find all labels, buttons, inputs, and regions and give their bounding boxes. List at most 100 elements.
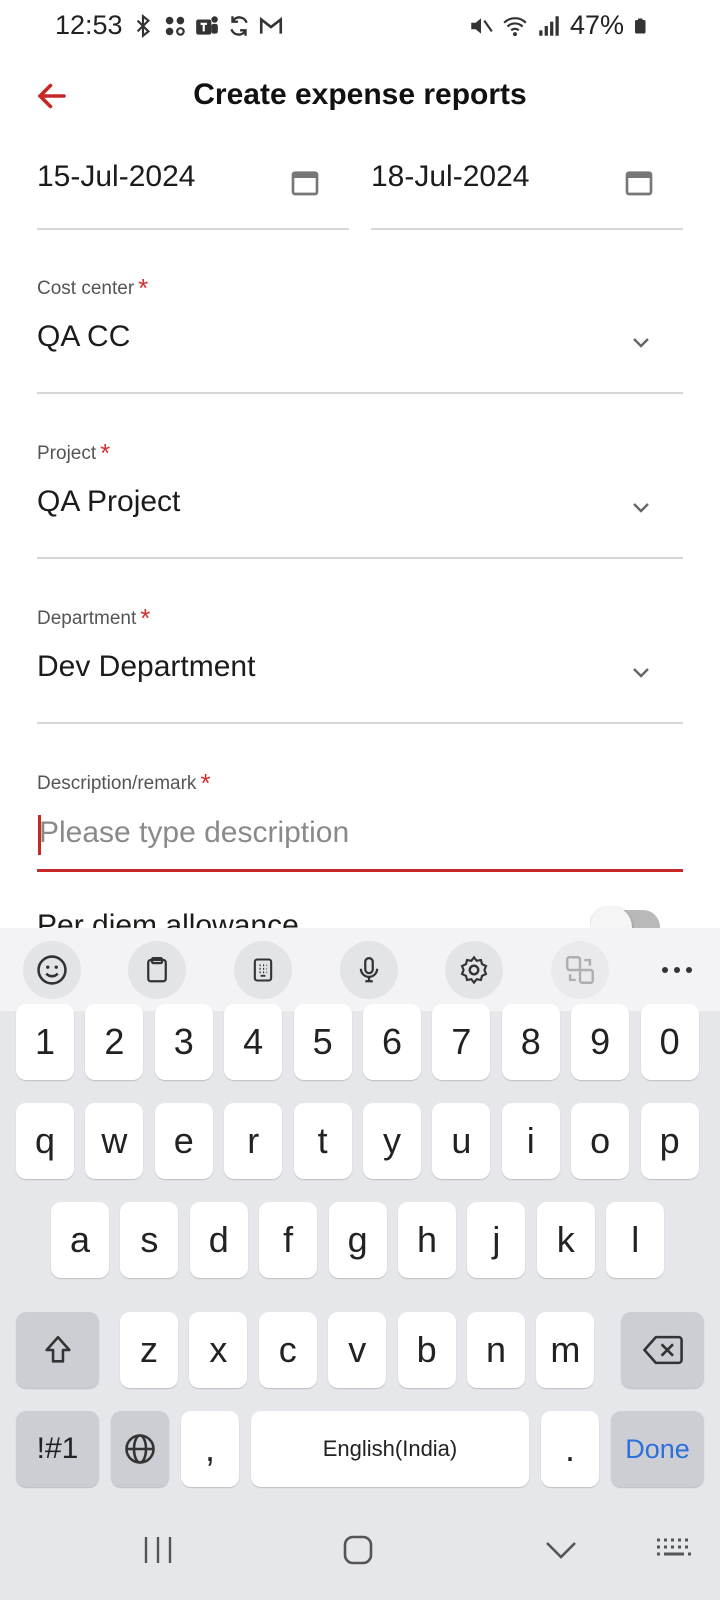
start-date-field[interactable]: 15-Jul-2024 (37, 150, 349, 230)
key-q[interactable]: q (16, 1103, 74, 1179)
key-k[interactable]: k (536, 1202, 595, 1278)
key-e[interactable]: e (154, 1103, 213, 1179)
key-6[interactable]: 6 (363, 1004, 421, 1080)
bluetooth-icon (136, 13, 151, 39)
key-v[interactable]: v (328, 1312, 387, 1388)
key-a[interactable]: a (51, 1202, 109, 1278)
keyboard-switch-button[interactable] (650, 1530, 698, 1570)
emoji-button[interactable] (23, 941, 81, 999)
key-f[interactable]: f (259, 1202, 318, 1278)
key-m[interactable]: m (536, 1312, 595, 1388)
text-cursor (38, 815, 41, 855)
key-1[interactable]: 1 (16, 1004, 74, 1080)
end-date-field[interactable]: 18-Jul-2024 (371, 150, 683, 230)
recent-apps-button[interactable] (134, 1530, 182, 1570)
key-g[interactable]: g (328, 1202, 387, 1278)
mute-icon (471, 17, 493, 34)
key-c[interactable]: c (258, 1312, 317, 1388)
keypad-button[interactable] (234, 941, 292, 999)
clipboard-button[interactable] (128, 941, 186, 999)
description-underline (37, 869, 683, 872)
key-x[interactable]: x (189, 1312, 248, 1388)
per-diem-toggle[interactable] (590, 906, 660, 928)
comma-key[interactable]: , (181, 1411, 239, 1487)
key-s[interactable]: s (120, 1202, 179, 1278)
done-key[interactable]: Done (611, 1411, 704, 1487)
department-label: Department * (37, 603, 151, 633)
required-marker: * (100, 438, 111, 468)
backspace-key[interactable] (621, 1312, 704, 1388)
cost-center-label: Cost center * (37, 273, 149, 303)
description-input[interactable] (37, 812, 683, 854)
key-o[interactable]: o (571, 1103, 630, 1179)
key-9[interactable]: 9 (571, 1004, 630, 1080)
keyboard-settings-button[interactable] (445, 941, 503, 999)
clipboard-icon (147, 957, 167, 983)
navigation-bar (0, 1500, 720, 1600)
more-options-button[interactable] (648, 941, 706, 999)
key-8[interactable]: 8 (501, 1004, 560, 1080)
calendar-icon[interactable] (289, 166, 321, 198)
page-title: Create expense reports (193, 78, 527, 111)
key-2[interactable]: 2 (85, 1004, 144, 1080)
key-y[interactable]: y (363, 1103, 421, 1179)
backspace-icon (642, 1335, 683, 1365)
cost-center-dropdown[interactable]: Cost center * QA CC (37, 273, 683, 396)
settings-icon (460, 955, 488, 985)
teams-icon (196, 16, 218, 35)
cost-center-value: QA CC (37, 320, 131, 353)
department-dropdown[interactable]: Department * Dev Department (37, 603, 683, 726)
key-p[interactable]: p (640, 1103, 699, 1179)
key-z[interactable]: z (120, 1312, 178, 1388)
key-5[interactable]: 5 (293, 1004, 352, 1080)
wifi-icon (503, 16, 527, 36)
key-b[interactable]: b (397, 1312, 456, 1388)
key-i[interactable]: i (501, 1103, 560, 1179)
voice-input-button[interactable] (340, 941, 398, 999)
calendar-icon[interactable] (623, 166, 655, 198)
battery-icon (635, 18, 646, 33)
period-key[interactable]: . (541, 1411, 599, 1487)
battery-percent: 47% (569, 10, 624, 40)
key-d[interactable]: d (189, 1202, 248, 1278)
mic-icon (359, 957, 379, 983)
key-4[interactable]: 4 (224, 1004, 283, 1080)
chevron-down-icon (633, 503, 649, 513)
globe-icon (125, 1434, 155, 1464)
divider (37, 392, 683, 394)
language-key[interactable] (111, 1411, 169, 1487)
key-j[interactable]: j (467, 1202, 526, 1278)
key-h[interactable]: h (398, 1202, 456, 1278)
home-icon (343, 1535, 373, 1565)
key-n[interactable]: n (467, 1312, 525, 1388)
chevron-down-icon (633, 668, 649, 678)
project-value: QA Project (37, 485, 181, 518)
sync-icon (230, 16, 248, 36)
per-diem-label: Per diem allowance (37, 909, 299, 928)
keyboard-icon (657, 1538, 691, 1556)
description-label: Description/remark * (37, 768, 211, 798)
key-r[interactable]: r (224, 1103, 283, 1179)
start-date-value: 15-Jul-2024 (37, 160, 196, 193)
home-button[interactable] (334, 1530, 382, 1570)
symbols-key[interactable]: !#1 (16, 1411, 99, 1487)
recents-icon (144, 1537, 172, 1563)
key-l[interactable]: l (606, 1202, 665, 1278)
translate-button[interactable] (551, 941, 609, 999)
shift-key[interactable] (16, 1312, 99, 1388)
more-icon (662, 967, 692, 973)
project-dropdown[interactable]: Project * QA Project (37, 438, 683, 561)
notification-icons (130, 12, 284, 40)
translate-icon (566, 956, 594, 984)
key-w[interactable]: w (85, 1103, 144, 1179)
hide-keyboard-button[interactable] (537, 1530, 585, 1570)
key-3[interactable]: 3 (154, 1004, 213, 1080)
key-7[interactable]: 7 (432, 1004, 491, 1080)
key-zero[interactable]: 0 (640, 1004, 699, 1080)
required-marker: * (140, 603, 151, 633)
end-date-value: 18-Jul-2024 (371, 160, 530, 193)
project-label: Project * (37, 438, 111, 468)
key-u[interactable]: u (432, 1103, 491, 1179)
key-t[interactable]: t (293, 1103, 352, 1179)
space-key[interactable]: English(India) (251, 1411, 529, 1487)
